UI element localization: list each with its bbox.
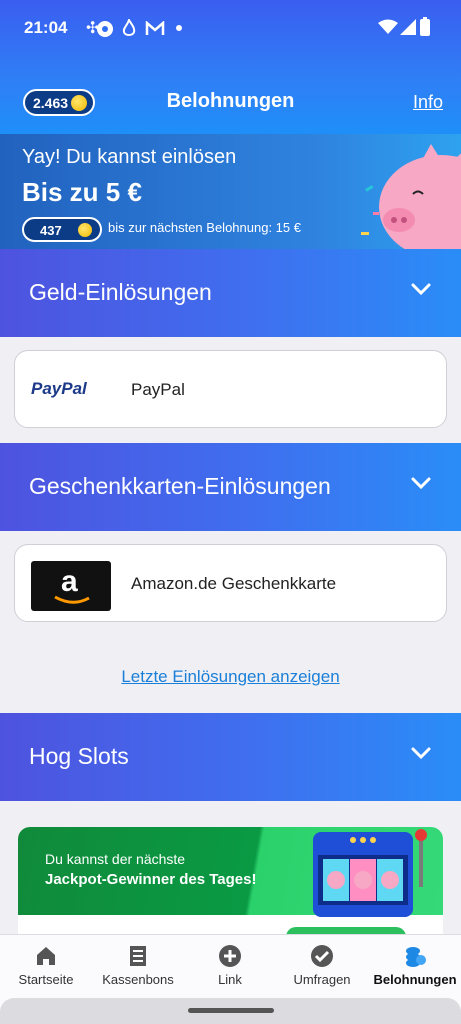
nav-label: Startseite [18,972,74,987]
signal-icon [400,19,416,35]
paypal-logo-text: PayPal [31,379,87,398]
nav-startseite[interactable]: Startseite [6,935,86,999]
hog-slots-section-header[interactable]: Hog Slots [0,713,461,801]
home-gesture-handle[interactable] [188,1008,274,1013]
home-icon [37,947,55,965]
page-title: Belohnungen [166,90,295,112]
amazon-smile-icon [54,595,90,604]
cash-section-header[interactable]: Geld-Einlösungen [0,249,461,337]
nav-belohnungen[interactable]: Belohnungen [370,935,460,999]
reward-banner: Yay! Du kannst einlösen Bis zu 5 € 437 b… [0,134,461,249]
next-reward-text: bis zur nächsten Belohnung: 15 € [108,220,301,235]
points-value: 437 [40,223,62,238]
paypal-card[interactable]: PayPal PayPal [14,350,447,428]
check-circle-icon [311,945,333,967]
battery-icon [420,17,430,36]
hog-slots-promo[interactable]: Du kannst der nächste Jackpot-Gewinner d… [18,827,443,937]
promo-line-2: Jackpot-Gewinner des Tages! [45,871,257,888]
nav-umfragen[interactable]: Umfragen [282,935,362,999]
section-title: Geld-Einlösungen [29,279,212,305]
section-title: Hog Slots [29,743,129,769]
banner-headline: Yay! Du kannst einlösen [22,146,237,168]
nav-label: Umfragen [293,972,351,987]
chevron-down-icon [411,477,431,490]
paypal-logo: PayPal [31,379,87,399]
section-title: Geschenkkarten-Einlösungen [29,473,331,499]
amazon-label: Amazon.de Geschenkkarte [131,574,337,593]
nav-link[interactable]: Link [190,935,270,999]
m-logo-icon [145,21,165,35]
coins-icon [406,947,426,967]
amazon-card[interactable]: a Amazon.de Geschenkkarte [14,544,447,622]
amazon-logo: a [31,561,111,611]
nav-kassenbons[interactable]: Kassenbons [96,935,180,999]
piggy-bank-icon [361,144,461,249]
soccer-icon [97,21,113,37]
nav-label: Kassenbons [102,972,174,987]
points-pill: 437 [22,217,102,242]
flame-icon [122,19,136,36]
coin-icon [78,223,92,237]
chevron-down-icon [411,747,431,760]
wifi-icon [378,19,398,34]
promo-line-1: Du kannst der nächste [45,851,186,867]
plus-circle-icon [219,945,241,967]
recent-redemptions-link[interactable]: Letzte Einlösungen anzeigen [0,667,461,687]
receipt-icon [130,946,146,966]
amazon-logo-letter: a [61,565,78,598]
nav-label: Link [218,972,242,987]
status-time: 21:04 [24,18,68,37]
info-link[interactable]: Info [413,92,443,113]
banner-amount: Bis zu 5 € [22,177,142,207]
paypal-label: PayPal [131,380,185,399]
dot-icon [176,25,182,31]
chevron-down-icon [411,283,431,296]
slot-machine-icon [313,829,427,917]
giftcards-section-header[interactable]: Geschenkkarten-Einlösungen [0,443,461,531]
nav-label: Belohnungen [373,972,457,987]
bottom-navigation: Startseite Kassenbons Link Umfragen Belo… [0,934,461,998]
status-bar: 21:04 ✣ [0,0,461,56]
system-home-bar [0,998,461,1024]
app-header: 21:04 ✣ 2.463 Belohnungen Info [0,0,461,134]
